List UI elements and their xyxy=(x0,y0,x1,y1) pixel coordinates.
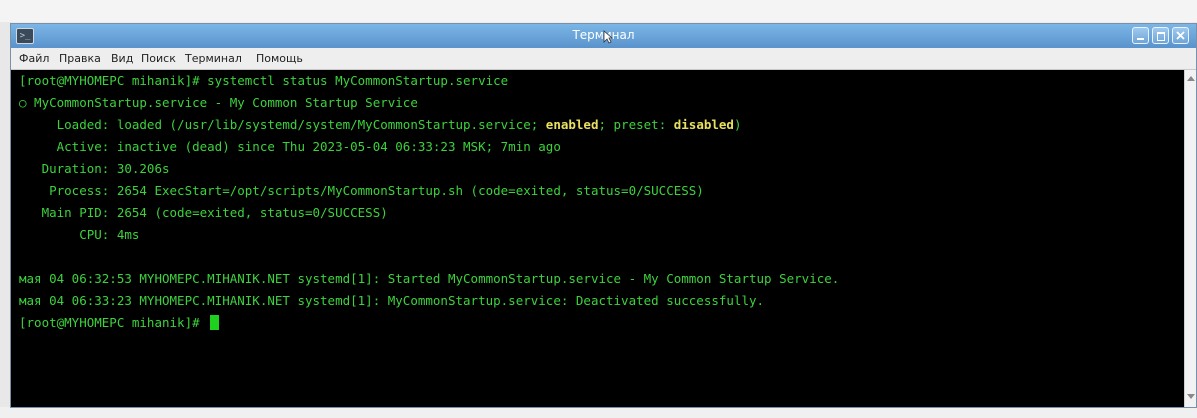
close-paren-text: ) xyxy=(733,117,742,132)
menu-help[interactable]: Помощь xyxy=(256,48,303,69)
terminal-line-log-started: мая 04 06:32:53 MYHOMEPC.MIHANIK.NET sys… xyxy=(19,271,840,286)
background-desktop-top xyxy=(0,0,1197,22)
minimize-button[interactable] xyxy=(1132,27,1149,44)
text-cursor xyxy=(210,315,220,330)
menu-terminal[interactable]: Терминал xyxy=(185,48,242,69)
terminal-line-loaded: Loaded: loaded (/usr/lib/systemd/system/… xyxy=(19,114,742,136)
menu-edit[interactable]: Правка xyxy=(59,48,101,69)
terminal-line-log-deactivated: мая 04 06:33:23 MYHOMEPC.MIHANIK.NET sys… xyxy=(19,293,765,308)
close-icon xyxy=(1176,31,1185,40)
terminal-line-active: Active: inactive (dead) since Thu 2023-0… xyxy=(19,139,561,154)
menu-search[interactable]: Поиск xyxy=(141,48,176,69)
disabled-text: disabled xyxy=(673,117,734,132)
terminal-line-process: Process: 2654 ExecStart=/opt/scripts/MyC… xyxy=(19,183,704,198)
menu-file[interactable]: Файл xyxy=(19,48,49,69)
scroll-up-icon[interactable] xyxy=(1187,76,1195,81)
maximize-button[interactable] xyxy=(1152,27,1169,44)
background-desktop-bottom xyxy=(0,407,1197,418)
mouse-pointer-icon xyxy=(603,30,613,44)
enabled-text: enabled xyxy=(545,117,599,132)
terminal-line-command: [root@MYHOMEPC mihanik]# systemctl statu… xyxy=(19,73,509,88)
scroll-down-icon[interactable] xyxy=(1187,394,1195,399)
loaded-text: Loaded: loaded (/usr/lib/systemd/system/… xyxy=(19,117,546,132)
terminal-output[interactable]: [root@MYHOMEPC mihanik]# systemctl statu… xyxy=(11,70,1184,407)
terminal-scrollbar[interactable] xyxy=(1184,70,1196,407)
menu-view[interactable]: Вид xyxy=(111,48,133,69)
menubar: Файл Правка Вид Поиск Терминал Помощь xyxy=(11,48,1196,70)
window-titlebar[interactable]: >_ Терминал xyxy=(11,24,1196,48)
terminal-line-main-pid: Main PID: 2654 (code=exited, status=0/SU… xyxy=(19,205,388,220)
terminal-line-service-name: ○ MyCommonStartup.service - My Common St… xyxy=(19,95,418,110)
terminal-line-prompt: [root@MYHOMEPC mihanik]# xyxy=(19,312,220,334)
terminal-line-cpu: CPU: 4ms xyxy=(19,227,140,242)
close-button[interactable] xyxy=(1172,27,1189,44)
terminal-line-duration: Duration: 30.206s xyxy=(19,161,170,176)
maximize-icon xyxy=(1157,32,1165,41)
minimize-icon xyxy=(1137,38,1144,40)
prompt-text: [root@MYHOMEPC mihanik]# xyxy=(19,315,208,330)
terminal-window[interactable]: >_ Терминал Файл Правка Вид Поиск Термин… xyxy=(10,23,1197,408)
preset-text: ; preset: xyxy=(598,117,674,132)
